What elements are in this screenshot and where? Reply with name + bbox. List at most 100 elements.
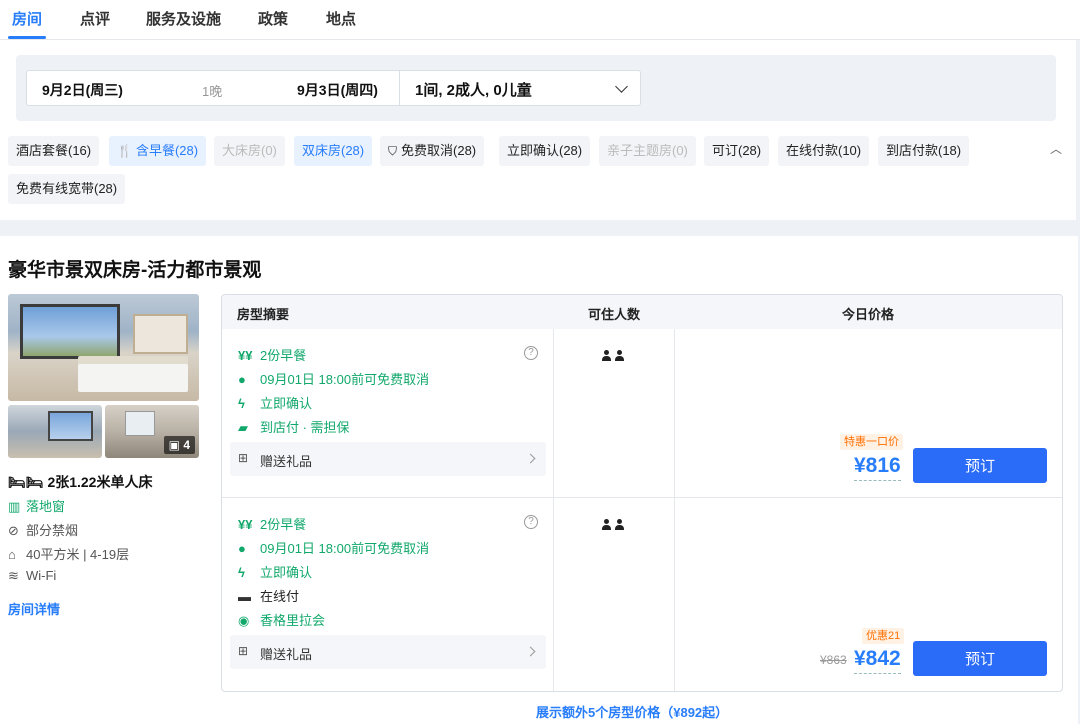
chevron-right-icon xyxy=(525,453,536,464)
photo-bed xyxy=(78,364,188,392)
rate-line-label: 09月01日 18:00前可免费取消 xyxy=(260,372,430,387)
table-header: 房型摘要 可住人数 今日价格 xyxy=(222,295,1062,329)
breakfast-icon: ¥¥ xyxy=(238,348,253,363)
room-card: 豪华市景双床房-活力都市景观 ▣ 4 🛏🛏 2张1.22米单人床 ▥ 落地窗 ⊘ 部… xyxy=(0,236,1078,724)
photo-artwork xyxy=(133,314,188,354)
filter-label: 免费取消(28) xyxy=(401,143,477,158)
tab-reviews[interactable]: 点评 xyxy=(80,8,110,29)
tab-facilities[interactable]: 服务及设施 xyxy=(146,8,221,29)
person-icon xyxy=(602,519,611,530)
occupancy-icons xyxy=(602,518,628,533)
booking-search-box: 9月2日(周三) 1晚 9月3日(周四) 1间, 2成人, 0儿童 xyxy=(26,70,641,106)
check-circle-icon: ● xyxy=(238,372,246,387)
chevron-down-icon[interactable] xyxy=(615,80,628,93)
gift-label: 赠送礼品 xyxy=(260,454,313,469)
price-badge: 优惠21 xyxy=(862,628,905,644)
room-photo-main[interactable] xyxy=(8,294,199,401)
gift-row[interactable]: ⊞ 赠送礼品 xyxy=(230,442,546,476)
shield-check-icon: ⛉ xyxy=(388,144,398,158)
room-title: 豪华市景双床房-活力都市景观 xyxy=(8,260,262,281)
guests-selector[interactable]: 1间, 2成人, 0儿童 xyxy=(415,79,532,100)
feature-label: 40平方米 | 4-19层 xyxy=(26,547,130,562)
image-icon: ▣ xyxy=(168,438,184,452)
tab-location[interactable]: 地点 xyxy=(326,8,356,29)
original-price: ¥863 xyxy=(820,653,847,667)
book-button[interactable]: 预订 xyxy=(913,641,1047,676)
no-smoking-icon: ⊘ xyxy=(8,523,19,538)
filter-package[interactable]: 酒店套餐(16) xyxy=(8,136,100,166)
person-icon xyxy=(615,519,624,530)
filter-instant-confirm[interactable]: 立即确认(28) xyxy=(499,136,591,166)
rate-line-label: 立即确认 xyxy=(260,565,313,580)
rate-instant-confirm: ϟ 立即确认 xyxy=(238,393,312,412)
room-photo-thumb[interactable] xyxy=(8,405,102,458)
book-button[interactable]: 预订 xyxy=(913,448,1047,483)
rate-payment: ▬ 在线付 xyxy=(238,586,299,605)
show-more-rates-link[interactable]: 展示额外5个房型价格（¥892起） xyxy=(536,702,728,721)
price[interactable]: ¥842 xyxy=(854,647,901,674)
filter-label: 含早餐(28) xyxy=(135,143,199,158)
tab-rooms[interactable]: 房间 xyxy=(12,8,42,29)
gift-label: 赠送礼品 xyxy=(260,647,313,662)
gift-icon: ⊞ xyxy=(238,644,249,658)
filter-pay-online[interactable]: 在线付款(10) xyxy=(778,136,870,166)
rate-line-label: 2份早餐 xyxy=(260,517,307,532)
rate-table: 房型摘要 可住人数 今日价格 ¥¥ 2份早餐 ? ● 09月01日 18:00前可免… xyxy=(221,294,1063,692)
info-icon[interactable]: ? xyxy=(524,346,538,360)
lightning-icon: ϟ xyxy=(238,565,245,580)
photo-count-badge: ▣ 4 xyxy=(163,436,195,454)
rate-instant-confirm: ϟ 立即确认 xyxy=(238,562,312,581)
check-circle-icon: ● xyxy=(238,541,246,556)
filter-twin-bed[interactable]: 双床房(28) xyxy=(294,136,373,166)
filter-pay-at-hotel[interactable]: 到店付款(18) xyxy=(878,136,970,166)
feature-area: ⌂ 40平方米 | 4-19层 xyxy=(8,544,129,563)
checkout-date[interactable]: 9月3日(周四) xyxy=(297,80,378,100)
rate-cancel-policy: ● 09月01日 18:00前可免费取消 xyxy=(238,538,429,557)
active-tab-indicator xyxy=(8,36,46,39)
room-details-link[interactable]: 房间详情 xyxy=(8,599,60,618)
filter-breakfast[interactable]: 🍴 含早餐(28) xyxy=(109,136,207,166)
filter-available[interactable]: 可订(28) xyxy=(704,136,770,166)
row-divider xyxy=(222,497,1062,498)
pay-at-hotel-icon: ▰ xyxy=(238,420,248,435)
filter-wired-broadband[interactable]: 免费有线宽带(28) xyxy=(8,174,126,204)
tab-bar: 房间 点评 服务及设施 政策 地点 xyxy=(0,0,1080,40)
breakfast-icon: 🍴 xyxy=(117,144,132,158)
checkin-date[interactable]: 9月2日(周三) xyxy=(42,80,123,100)
filter-free-cancel[interactable]: ⛉ 免费取消(28) xyxy=(380,136,485,166)
col-price: 今日价格 xyxy=(842,307,895,322)
col-occupancy: 可住人数 xyxy=(588,307,641,322)
occupancy-icons xyxy=(602,349,628,364)
price-badge: 特惠一口价 xyxy=(840,434,903,450)
window-icon: ▥ xyxy=(8,499,21,514)
bed-icon: 🛏🛏 xyxy=(8,474,48,490)
area-icon: ⌂ xyxy=(8,547,16,562)
feature-window: ▥ 落地窗 xyxy=(8,496,65,515)
rate-line-label: 立即确认 xyxy=(260,396,313,411)
col-summary: 房型摘要 xyxy=(237,307,290,322)
filter-king-bed[interactable]: 大床房(0) xyxy=(214,136,285,166)
feature-label: Wi-Fi xyxy=(26,568,57,583)
card-icon: ▬ xyxy=(238,589,251,604)
tab-policies[interactable]: 政策 xyxy=(258,8,288,29)
photo-window xyxy=(20,304,120,359)
search-bar-wrapper: 9月2日(周三) 1晚 9月3日(周四) 1间, 2成人, 0儿童 xyxy=(16,55,1056,121)
bed-label: 2张1.22米单人床 xyxy=(47,474,153,490)
feature-label: 落地窗 xyxy=(26,499,66,514)
person-icon xyxy=(615,350,624,361)
column-divider xyxy=(553,329,554,691)
filter-family[interactable]: 亲子主题房(0) xyxy=(599,136,696,166)
info-icon[interactable]: ? xyxy=(524,515,538,529)
gift-row[interactable]: ⊞ 赠送礼品 xyxy=(230,635,546,669)
price[interactable]: ¥816 xyxy=(854,454,901,481)
chevron-up-icon[interactable]: ︿ xyxy=(1050,140,1062,157)
room-photo-thumb[interactable]: ▣ 4 xyxy=(105,405,199,458)
person-icon xyxy=(602,350,611,361)
rate-line-label: 在线付 xyxy=(260,589,300,604)
gift-icon: ⊞ xyxy=(238,451,249,465)
member-icon: ◉ xyxy=(238,613,250,628)
bed-info: 🛏🛏 2张1.22米单人床 xyxy=(8,472,152,492)
chevron-right-icon xyxy=(525,646,536,657)
rate-membership: ◉ 香格里拉会 xyxy=(238,610,325,629)
rate-payment: ▰ 到店付 · 需担保 xyxy=(238,417,350,436)
